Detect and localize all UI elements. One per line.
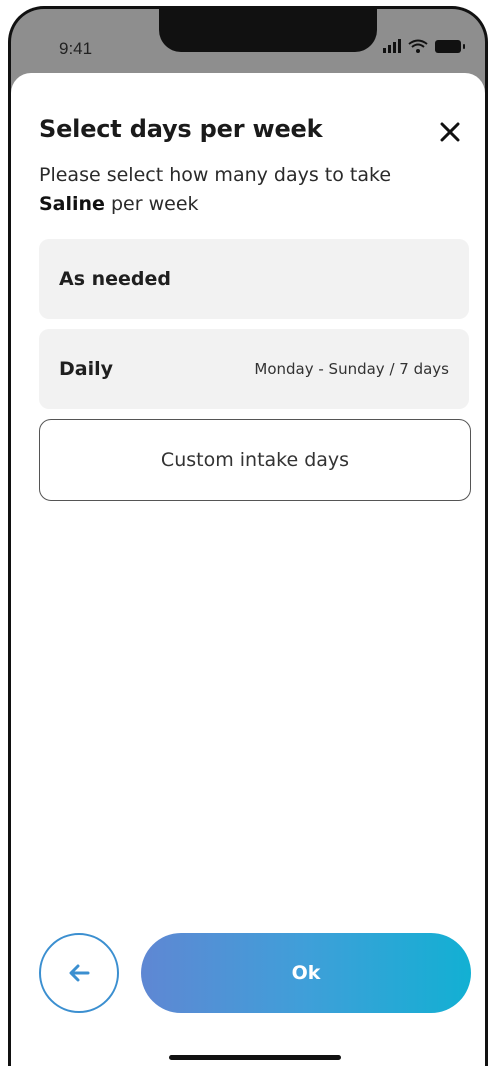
daily-option[interactable]: Daily Monday - Sunday / 7 days <box>39 329 469 409</box>
bottom-sheet: Select days per week Please select how m… <box>11 73 485 1066</box>
status-time: 9:41 <box>59 39 93 58</box>
status-icons <box>383 39 465 53</box>
medication-name: Saline <box>39 193 105 215</box>
subtitle-prefix: Please select how many days to take <box>39 164 392 186</box>
close-icon <box>440 122 460 142</box>
wifi-icon <box>408 39 428 53</box>
sheet-title: Select days per week <box>39 115 323 143</box>
status-bar: 9:41 <box>11 9 485 69</box>
ok-label: Ok <box>291 962 321 984</box>
sheet-subtitle: Please select how many days to take Sali… <box>39 161 459 219</box>
battery-icon <box>435 39 465 53</box>
as-needed-option[interactable]: As needed <box>39 239 469 319</box>
as-needed-label: As needed <box>59 268 172 290</box>
close-button[interactable] <box>435 117 465 147</box>
daily-label: Daily <box>59 358 114 380</box>
home-indicator[interactable] <box>169 1055 341 1060</box>
device-notch <box>159 9 377 52</box>
custom-intake-days-label: Custom intake days <box>160 449 350 471</box>
daily-detail: Monday - Sunday / 7 days <box>254 360 449 378</box>
signal-icon <box>383 39 401 53</box>
arrow-left-icon <box>69 964 90 982</box>
custom-intake-days-button[interactable]: Custom intake days <box>39 419 471 501</box>
ok-button[interactable]: Ok <box>141 933 471 1013</box>
back-button[interactable] <box>39 933 119 1013</box>
subtitle-suffix: per week <box>111 193 199 215</box>
phone-frame: 9:41 Select days per week Please select … <box>8 6 488 1066</box>
